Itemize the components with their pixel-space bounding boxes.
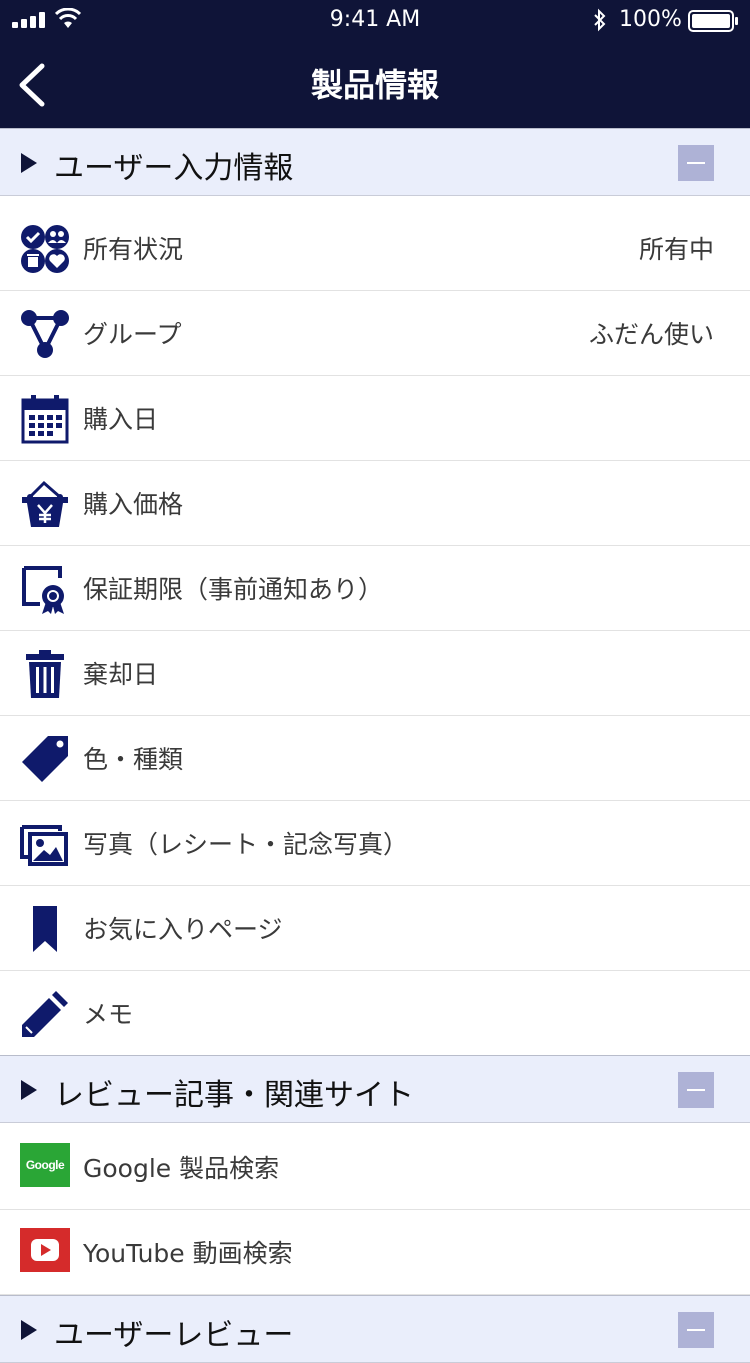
minus-icon [687, 1329, 705, 1331]
section-header-review-links[interactable]: レビュー記事・関連サイト [0, 1055, 750, 1123]
row-label: 保証期限（事前通知あり） [83, 575, 384, 604]
battery-percent: 100% [619, 7, 682, 32]
photo-icon [20, 825, 68, 866]
row-memo[interactable]: メモ [0, 971, 750, 1056]
row-favorite-page[interactable]: お気に入りページ [0, 886, 750, 971]
status-bar: 9:41 AM 100% [0, 0, 750, 42]
disclosure-triangle-icon [21, 1080, 37, 1100]
section-title: レビュー記事・関連サイト [54, 1078, 414, 1113]
row-label: メモ [83, 1000, 134, 1029]
page-title: 製品情報 [310, 66, 439, 104]
row-label: Google 製品検索 [83, 1154, 280, 1183]
minus-icon [687, 1089, 705, 1091]
section-header-user-info[interactable]: ユーザー入力情報 [0, 128, 750, 196]
section-title: ユーザーレビュー [54, 1318, 294, 1353]
row-group[interactable]: グループ ふだん使い [0, 291, 750, 376]
row-warranty[interactable]: 保証期限（事前通知あり） [0, 546, 750, 631]
row-label: 購入日 [83, 405, 159, 434]
calendar-icon [21, 395, 69, 444]
bookmark-icon [33, 906, 57, 952]
collapse-button[interactable] [678, 1072, 714, 1108]
row-label: グループ [83, 320, 182, 349]
nav-bar: 製品情報 [0, 42, 750, 128]
row-value: 所有中 [638, 235, 714, 264]
row-label: お気に入りページ [83, 915, 283, 944]
row-color-type[interactable]: 色・種類 [0, 716, 750, 801]
status-icon [21, 225, 69, 273]
row-label: 購入価格 [83, 490, 184, 519]
minus-icon [687, 162, 705, 164]
row-value: ふだん使い [588, 320, 714, 349]
row-disposal-date[interactable]: 棄却日 [0, 631, 750, 716]
row-label: 写真（レシート・記念写真） [83, 830, 409, 859]
section-header-user-reviews[interactable]: ユーザーレビュー [0, 1295, 750, 1363]
row-label: 棄却日 [83, 660, 159, 689]
battery-icon [688, 10, 738, 32]
pencil-icon [22, 991, 68, 1037]
row-photos[interactable]: 写真（レシート・記念写真） [0, 801, 750, 886]
section-title: ユーザー入力情報 [54, 151, 294, 186]
collapse-button[interactable] [678, 1312, 714, 1348]
row-purchase-date[interactable]: 購入日 [0, 376, 750, 461]
row-youtube-search[interactable]: YouTube 動画検索 [0, 1210, 750, 1295]
yen-basket-icon [22, 480, 68, 527]
disclosure-triangle-icon [21, 153, 37, 173]
row-label: 所有状況 [83, 235, 184, 264]
group-icon [21, 310, 69, 358]
youtube-logo [20, 1228, 70, 1272]
disclosure-triangle-icon [21, 1320, 37, 1340]
youtube-play-icon [31, 1239, 59, 1261]
collapse-button[interactable] [678, 145, 714, 181]
row-ownership-status[interactable]: 所有状況 所有中 [0, 206, 750, 291]
row-google-search[interactable]: Google Google 製品検索 [0, 1125, 750, 1210]
google-logo: Google [20, 1143, 70, 1187]
tag-icon [22, 736, 68, 782]
row-purchase-price[interactable]: 購入価格 [0, 461, 750, 546]
row-label: 色・種類 [83, 745, 184, 774]
trash-icon [26, 650, 64, 698]
bluetooth-icon [594, 8, 606, 32]
certificate-icon [22, 566, 64, 614]
row-label: YouTube 動画検索 [83, 1239, 293, 1268]
